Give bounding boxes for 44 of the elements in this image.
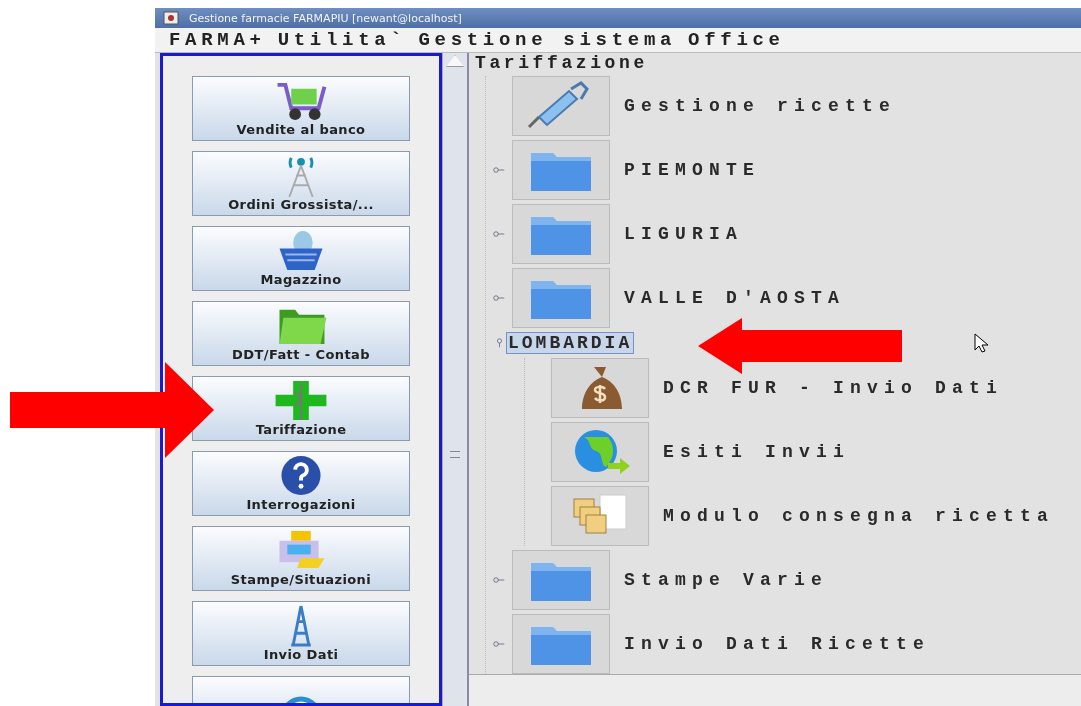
tree-node-label[interactable]: LOMBARDIA [506, 332, 635, 354]
menu-item[interactable]: Office [688, 29, 785, 51]
node-icon-box[interactable] [551, 422, 649, 482]
tree-node-label[interactable]: Invio Dati Ricette [624, 634, 931, 654]
collapse-handle[interactable] [495, 338, 503, 348]
expand-handle[interactable] [493, 576, 505, 584]
node-icon-box[interactable] [512, 76, 610, 136]
tree-node-label[interactable]: Modulo consegna ricetta [663, 506, 1055, 526]
split-bar[interactable] [442, 53, 469, 706]
sidebar-button[interactable]: Ordini Grossista/... [192, 151, 410, 216]
tree-node-label[interactable]: DCR FUR - Invio Dati [663, 378, 1004, 398]
sidebar-button[interactable]: Stampe/Situazioni [192, 526, 410, 591]
grip-icon[interactable] [450, 451, 460, 458]
node-icon-box[interactable] [512, 204, 610, 264]
node-icon-box[interactable] [551, 486, 649, 546]
menu-item[interactable]: Utilita` [277, 29, 407, 51]
tree-node-label[interactable]: Esiti Invii [663, 442, 851, 462]
mouse-cursor-icon [974, 333, 988, 353]
node-icon-box[interactable] [512, 550, 610, 610]
expand-handle[interactable] [493, 230, 505, 238]
tree-root-label[interactable]: Tariffazione [475, 53, 648, 73]
node-icon-box[interactable] [512, 614, 610, 674]
tree-node-label[interactable]: Stampe Varie [624, 570, 829, 590]
sidebar-button[interactable]: Interrogazioni [192, 451, 410, 516]
menu-item[interactable]: FARMA+ [169, 29, 266, 51]
node-icon-box[interactable] [512, 140, 610, 200]
tree-node-label[interactable]: Gestione ricette [624, 96, 897, 116]
node-icon-box[interactable] [551, 358, 649, 418]
tower-icon [289, 604, 313, 647]
sidebar-button[interactable]: Tariffazione [192, 376, 410, 441]
sidebar-button[interactable]: Invio Dati [192, 601, 410, 666]
tree-node-label[interactable]: PIEMONTE [624, 160, 760, 180]
tree-node-label[interactable]: LIGURIA [624, 224, 743, 244]
menu-item[interactable]: Gestione sistema [418, 29, 677, 51]
tree-node-label[interactable]: VALLE D'AOSTA [624, 288, 846, 308]
window-title: Gestione farmacie FARMAPIU [newant@localhost] [189, 11, 462, 25]
app-icon [163, 11, 179, 25]
expand-handle[interactable] [493, 166, 505, 174]
sidebar-button[interactable]: Vendite al banco [192, 76, 410, 141]
node-icon-box[interactable] [512, 268, 610, 328]
expand-handle[interactable] [493, 294, 505, 302]
expand-handle[interactable] [493, 640, 505, 648]
sidebar-button[interactable]: DDT/Fatt - Contab [192, 301, 410, 366]
sidebar-button[interactable]: Magazzino [192, 226, 410, 291]
